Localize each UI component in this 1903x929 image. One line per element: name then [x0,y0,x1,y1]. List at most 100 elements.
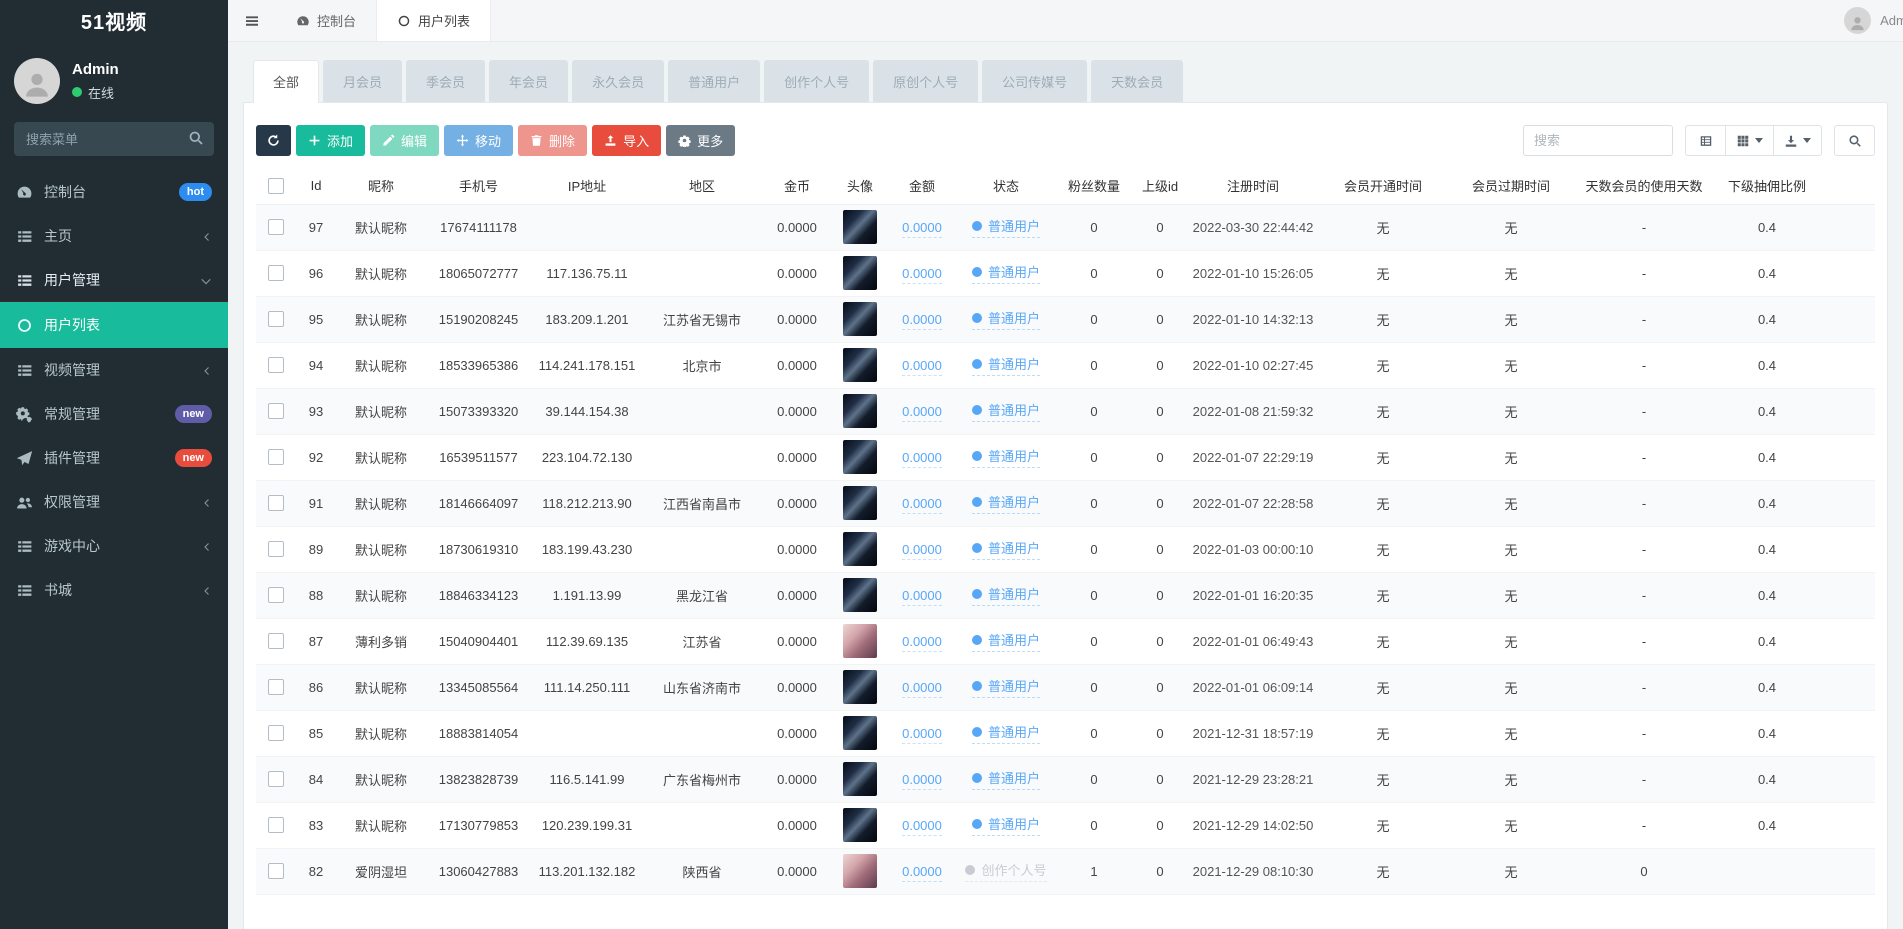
row-checkbox[interactable] [268,265,284,282]
row-checkbox[interactable] [268,863,284,880]
filter-tab-9[interactable]: 天数会员 [1091,60,1184,102]
row-checkbox[interactable] [268,219,284,236]
avatar-thumbnail[interactable] [843,210,877,244]
column-header-10[interactable]: 上级id [1133,168,1187,205]
row-checkbox[interactable] [268,357,284,374]
status-badge[interactable]: 普通用户 [971,216,1040,238]
filter-tab-0[interactable]: 全部 [253,60,320,103]
row-checkbox[interactable] [268,403,284,420]
avatar-thumbnail[interactable] [843,854,877,888]
row-checkbox[interactable] [268,633,284,650]
cell-amount[interactable]: 0.0000 [902,633,942,652]
status-badge[interactable]: 普通用户 [971,814,1040,836]
avatar-thumbnail[interactable] [843,394,877,428]
filter-tab-1[interactable]: 月会员 [323,60,403,102]
advanced-search-button[interactable] [1834,125,1875,156]
status-badge[interactable]: 普通用户 [971,768,1040,790]
sidebar-item-7[interactable]: 权限管理 [0,480,228,524]
add-button[interactable]: 添加 [296,125,366,156]
column-header-1[interactable]: 昵称 [336,168,426,205]
status-badge[interactable]: 普通用户 [971,308,1040,330]
filter-tab-3[interactable]: 年会员 [489,60,569,102]
cell-amount[interactable]: 0.0000 [902,265,942,284]
sidebar-item-9[interactable]: 书城 [0,568,228,612]
cell-amount[interactable]: 0.0000 [902,817,942,836]
refresh-button[interactable] [256,125,291,156]
avatar-thumbnail[interactable] [843,348,877,382]
column-header-2[interactable]: 手机号 [426,168,531,205]
export-button[interactable] [1773,125,1822,156]
column-header-15[interactable]: 下级抽佣比例 [1713,168,1821,205]
avatar-thumbnail[interactable] [843,486,877,520]
row-checkbox[interactable] [268,679,284,696]
row-checkbox[interactable] [268,311,284,328]
column-header-7[interactable]: 金额 [887,168,957,205]
edit-button[interactable]: 编辑 [370,125,440,156]
status-badge[interactable]: 创作个人号 [965,860,1047,882]
columns-toggle-button[interactable] [1725,125,1774,156]
table-search-input[interactable] [1523,125,1673,156]
row-checkbox[interactable] [268,587,284,604]
row-checkbox[interactable] [268,771,284,788]
cell-amount[interactable]: 0.0000 [902,863,942,882]
status-badge[interactable]: 普通用户 [971,354,1040,376]
avatar-thumbnail[interactable] [843,440,877,474]
sidebar-item-5[interactable]: 常规管理 new [0,392,228,436]
sidebar-item-1[interactable]: 主页 [0,214,228,258]
column-header-4[interactable]: 地区 [643,168,761,205]
delete-button[interactable]: 删除 [518,125,588,156]
more-button[interactable]: 更多 [666,125,736,156]
sidebar-item-4[interactable]: 视频管理 [0,348,228,392]
column-header-9[interactable]: 粉丝数量 [1055,168,1133,205]
filter-tab-5[interactable]: 普通用户 [668,60,761,102]
search-icon[interactable] [188,130,204,146]
column-header-3[interactable]: IP地址 [531,168,643,205]
status-badge[interactable]: 普通用户 [971,262,1040,284]
status-badge[interactable]: 普通用户 [971,400,1040,422]
filter-tab-8[interactable]: 公司传媒号 [982,60,1088,102]
cell-amount[interactable]: 0.0000 [902,541,942,560]
topbar-user[interactable]: Admin [1844,0,1903,41]
row-checkbox[interactable] [268,495,284,512]
avatar-thumbnail[interactable] [843,808,877,842]
move-button[interactable]: 移动 [444,125,514,156]
column-header-0[interactable]: Id [296,168,336,205]
cell-amount[interactable]: 0.0000 [902,679,942,698]
sidebar-item-6[interactable]: 插件管理 new [0,436,228,480]
import-button[interactable]: 导入 [592,125,662,156]
row-checkbox[interactable] [268,817,284,834]
column-header-11[interactable]: 注册时间 [1187,168,1319,205]
cell-amount[interactable]: 0.0000 [902,771,942,790]
select-all-checkbox[interactable] [268,178,284,195]
menu-search-input[interactable] [14,122,214,156]
topbar-tab-1[interactable]: 用户列表 [376,0,492,41]
cell-amount[interactable]: 0.0000 [902,219,942,238]
status-badge[interactable]: 普通用户 [971,722,1040,744]
sidebar-item-0[interactable]: 控制台 hot [0,170,228,214]
column-header-13[interactable]: 会员过期时间 [1447,168,1575,205]
sidebar-item-3[interactable]: 用户列表 [0,302,228,348]
status-badge[interactable]: 普通用户 [971,538,1040,560]
avatar-thumbnail[interactable] [843,624,877,658]
column-header-14[interactable]: 天数会员的使用天数 [1575,168,1713,205]
cell-amount[interactable]: 0.0000 [902,403,942,422]
hamburger-menu-icon[interactable] [228,0,276,41]
column-header-5[interactable]: 金币 [761,168,833,205]
filter-tab-7[interactable]: 原创个人号 [873,60,979,102]
sidebar-item-8[interactable]: 游戏中心 [0,524,228,568]
status-badge[interactable]: 普通用户 [971,584,1040,606]
avatar-thumbnail[interactable] [843,256,877,290]
cell-amount[interactable]: 0.0000 [902,725,942,744]
row-checkbox[interactable] [268,725,284,742]
status-badge[interactable]: 普通用户 [971,630,1040,652]
row-checkbox[interactable] [268,449,284,466]
status-badge[interactable]: 普通用户 [971,446,1040,468]
avatar-thumbnail[interactable] [843,302,877,336]
filter-tab-6[interactable]: 创作个人号 [764,60,870,102]
avatar-thumbnail[interactable] [843,578,877,612]
avatar-thumbnail[interactable] [843,716,877,750]
filter-tab-4[interactable]: 永久会员 [572,60,665,102]
column-header-12[interactable]: 会员开通时间 [1319,168,1447,205]
column-header-6[interactable]: 头像 [833,168,887,205]
row-checkbox[interactable] [268,541,284,558]
